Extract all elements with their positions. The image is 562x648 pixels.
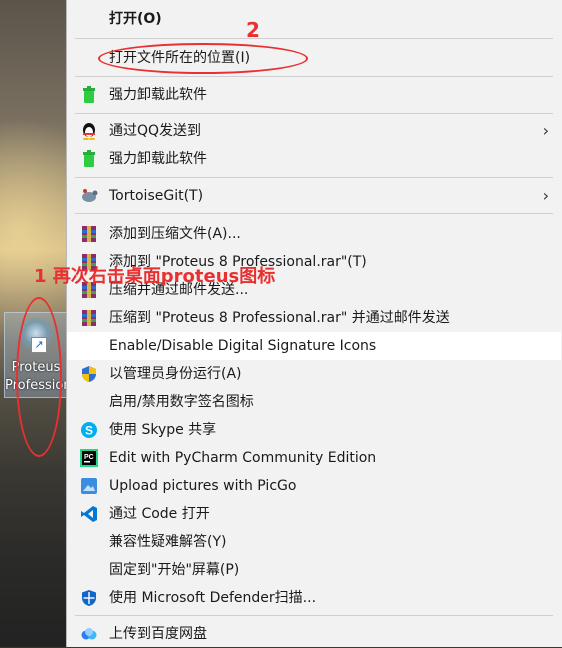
chevron-right-icon: ›: [542, 121, 549, 140]
menu-item-digital-signature-icons[interactable]: Enable/Disable Digital Signature Icons: [67, 332, 561, 360]
menu-item-force-uninstall-2[interactable]: 强力卸载此软件: [67, 145, 561, 173]
menu-item-force-uninstall[interactable]: 强力卸载此软件: [67, 81, 561, 109]
svg-text:S: S: [85, 424, 93, 438]
winrar-icon: [82, 310, 96, 326]
menu-separator: [75, 38, 553, 39]
menu-item-toggle-signature-icons[interactable]: 启用/禁用数字签名图标: [67, 388, 561, 416]
menu-item-open[interactable]: 打开(O): [67, 5, 561, 33]
menu-item-upload-baidu[interactable]: 上传到百度网盘: [67, 620, 561, 648]
menu-item-compat-troubleshoot[interactable]: 兼容性疑难解答(Y): [67, 528, 561, 556]
menu-item-edit-pycharm[interactable]: PC Edit with PyCharm Community Edition: [67, 444, 561, 472]
menu-item-send-via-qq[interactable]: 通过QQ发送到 ›: [67, 117, 561, 145]
annotation-ellipse-step2: [98, 43, 308, 74]
menu-separator: [75, 213, 553, 214]
chevron-right-icon: ›: [542, 186, 549, 205]
picgo-icon: [81, 478, 97, 494]
annotation-step2-label: 2: [246, 18, 260, 42]
menu-item-pin-to-start[interactable]: 固定到"开始"屏幕(P): [67, 556, 561, 584]
defender-shield-icon: [82, 590, 96, 606]
menu-item-tortoisegit[interactable]: TortoiseGit(T) ›: [67, 182, 561, 210]
annotation-step1-label: 1 再次右击桌面proteus图标: [34, 266, 276, 287]
context-menu: 打开(O) 打开文件所在的位置(I) 强力卸载此软件 通过QQ发送到 › 强力卸…: [66, 0, 562, 647]
annotation-ellipse-step1: [16, 297, 62, 457]
menu-item-share-skype[interactable]: S 使用 Skype 共享: [67, 416, 561, 444]
skype-icon: S: [81, 422, 97, 438]
menu-item-add-to-archive[interactable]: 添加到压缩文件(A)...: [67, 220, 561, 248]
menu-separator: [75, 615, 553, 616]
pycharm-icon: PC: [80, 449, 98, 467]
menu-separator: [75, 177, 553, 178]
qq-penguin-icon: [83, 123, 95, 140]
uac-shield-icon: [82, 366, 96, 382]
menu-item-compress-rar-and-email[interactable]: 压缩到 "Proteus 8 Professional.rar" 并通过邮件发送: [67, 304, 561, 332]
vscode-icon: [81, 506, 97, 522]
menu-item-open-with-code[interactable]: 通过 Code 打开: [67, 500, 561, 528]
winrar-icon: [82, 226, 96, 242]
green-trash-icon: [83, 86, 95, 103]
tortoisegit-icon: [82, 189, 98, 202]
menu-separator: [75, 113, 553, 114]
menu-item-upload-picgo[interactable]: Upload pictures with PicGo: [67, 472, 561, 500]
menu-item-run-as-admin[interactable]: 以管理员身份运行(A): [67, 360, 561, 388]
svg-text:PC: PC: [84, 454, 94, 461]
green-trash-icon: [83, 150, 95, 167]
menu-separator: [75, 76, 553, 77]
baidu-netdisk-icon: [81, 628, 97, 640]
menu-item-defender-scan[interactable]: 使用 Microsoft Defender扫描...: [67, 584, 561, 612]
